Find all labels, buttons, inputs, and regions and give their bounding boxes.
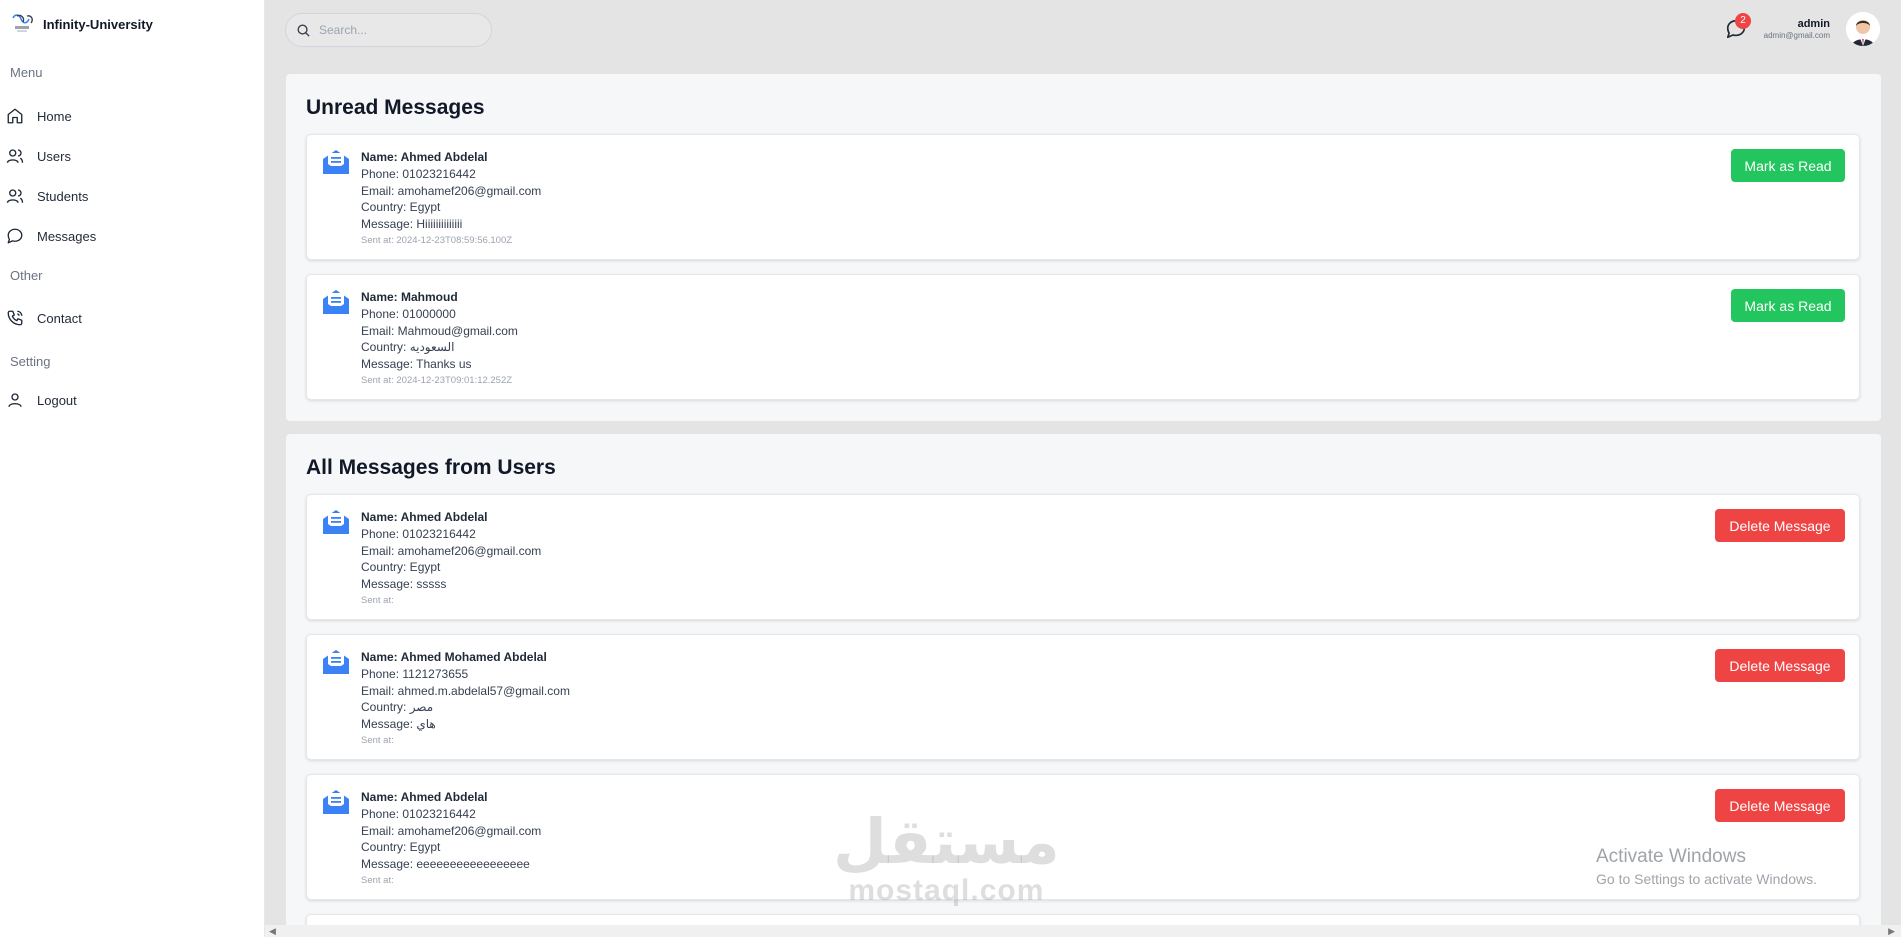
sidebar-item-label: Messages: [37, 228, 97, 244]
message-text: Message: Thanks us: [361, 357, 472, 372]
top-header: 2 admin admin@gmail.com: [265, 0, 1901, 60]
message-sent-at: Sent at:: [361, 734, 394, 746]
scroll-right-arrow-icon[interactable]: ▶: [1888, 926, 1895, 937]
message-email: Email: amohamef206@gmail.com: [361, 823, 542, 838]
avatar-person-icon: [1846, 12, 1880, 46]
message-phone: Phone: 01023216442: [361, 166, 476, 181]
message-email: Email: amohamef206@gmail.com: [361, 183, 542, 198]
user-email: admin@gmail.com: [1763, 31, 1830, 40]
message-email: Email: ahmed.m.abdelal57@gmail.com: [361, 683, 570, 698]
users-icon: [5, 146, 25, 166]
brand[interactable]: Infinity-University: [0, 0, 264, 48]
envelope-message-icon: [323, 790, 349, 814]
sidebar-item-label: Logout: [37, 392, 77, 408]
message-details: Name: Ahmed Abdelal Phone: 01023216442 E…: [361, 789, 541, 889]
section-label-menu: Menu: [10, 65, 43, 80]
sidebar-item-logout[interactable]: Logout: [0, 380, 264, 420]
chat-bubble-icon: [5, 226, 25, 246]
envelope-message-icon: [323, 290, 349, 314]
sidebar-item-home[interactable]: Home: [0, 96, 264, 136]
envelope-message-icon: [323, 650, 349, 674]
section-label-other: Other: [10, 268, 43, 283]
delete-message-button[interactable]: Delete Message: [1715, 649, 1845, 682]
sidebar-item-label: Home: [37, 108, 72, 124]
message-country: Country: Egypt: [361, 840, 441, 855]
message-country: Country: Egypt: [361, 200, 441, 215]
message-country: Country: Egypt: [361, 560, 441, 575]
message-email: Email: Mahmoud@gmail.com: [361, 323, 518, 338]
activate-windows-subtitle: Go to Settings to activate Windows.: [1596, 871, 1817, 887]
sidebar-item-label: Users: [37, 148, 71, 164]
university-logo-icon: [12, 14, 33, 32]
students-icon: [5, 186, 25, 206]
user-info[interactable]: admin admin@gmail.com: [1750, 18, 1830, 40]
avatar[interactable]: [1846, 12, 1880, 46]
phone-icon: [5, 308, 25, 328]
user-name: admin: [1797, 18, 1830, 30]
mark-as-read-button[interactable]: Mark as Read: [1731, 289, 1845, 322]
message-sent-at: Sent at:: [361, 874, 394, 886]
message-name: Name: Mahmoud: [361, 290, 458, 304]
message-card: Name: Ahmed Abdelal Phone: 01023216442 E…: [306, 494, 1860, 620]
section-label-setting: Setting: [10, 354, 51, 369]
envelope-message-icon: [323, 150, 349, 174]
activate-windows-title: Activate Windows: [1596, 846, 1746, 867]
notification-badge: 2: [1735, 13, 1751, 29]
brand-name: Infinity-University: [43, 16, 153, 32]
envelope-message-icon: [323, 510, 349, 534]
message-country: Country: مصر: [361, 700, 434, 715]
message-card: Name: Mahmoud Phone: 01000000 Email: Mah…: [306, 274, 1860, 400]
message-phone: Phone: 1121273655: [361, 666, 469, 681]
mostaql-watermark-arabic: مستقل: [833, 808, 1060, 877]
sidebar-item-students[interactable]: Students: [0, 176, 264, 216]
message-card: Name: Ahmed Abdelal Phone: 01023216442 E…: [306, 134, 1860, 260]
message-country: Country: السعوديه: [361, 340, 455, 355]
delete-message-button[interactable]: Delete Message: [1715, 789, 1845, 822]
unread-messages-panel: Unread Messages Name: Ahmed Abdelal Phon…: [286, 74, 1881, 421]
message-phone: Phone: 01000000: [361, 306, 456, 321]
message-details: Name: Ahmed Abdelal Phone: 01023216442 E…: [361, 149, 541, 249]
message-details: Name: Mahmoud Phone: 01000000 Email: Mah…: [361, 289, 518, 389]
scroll-left-arrow-icon[interactable]: ◀: [269, 926, 276, 937]
mostaql-watermark-url: mostaql.com: [848, 874, 1045, 907]
user-icon: [5, 390, 25, 410]
delete-message-button[interactable]: Delete Message: [1715, 509, 1845, 542]
sidebar-item-users[interactable]: Users: [0, 136, 264, 176]
message-phone: Phone: 01023216442: [361, 806, 476, 821]
message-sent-at: Sent at: 2024-12-23T09:01:12.252Z: [361, 374, 513, 386]
message-name: Name: Ahmed Abdelal: [361, 510, 488, 524]
message-email: Email: amohamef206@gmail.com: [361, 543, 542, 558]
message-details: Name: Ahmed Mohamed Abdelal Phone: 11212…: [361, 649, 570, 749]
message-text: Message: eeeeeeeeeeeeeeeee: [361, 857, 530, 872]
message-sent-at: Sent at: 2024-12-23T08:59:56.100Z: [361, 234, 513, 246]
sidebar-item-label: Students: [37, 188, 89, 204]
search-box[interactable]: [285, 13, 492, 47]
sidebar-item-label: Contact: [37, 310, 82, 326]
mark-as-read-button[interactable]: Mark as Read: [1731, 149, 1845, 182]
message-name: Name: Ahmed Abdelal: [361, 790, 488, 804]
all-messages-title: All Messages from Users: [306, 456, 556, 479]
home-icon: [5, 106, 25, 126]
message-text: Message: Hiiiiiiiiiiiiii: [361, 217, 463, 232]
horizontal-scrollbar[interactable]: ◀ ▶: [265, 925, 1901, 937]
search-icon: [297, 24, 310, 37]
activate-windows-watermark: Activate Windows Go to Settings to activ…: [1596, 846, 1817, 887]
message-sent-at: Sent at:: [361, 594, 394, 606]
sidebar-item-messages[interactable]: Messages: [0, 216, 264, 256]
message-name: Name: Ahmed Mohamed Abdelal: [361, 650, 547, 664]
message-name: Name: Ahmed Abdelal: [361, 150, 488, 164]
message-text: Message: sssss: [361, 577, 447, 592]
search-input[interactable]: [319, 23, 469, 37]
unread-messages-title: Unread Messages: [306, 96, 485, 119]
message-details: Name: Ahmed Abdelal Phone: 01023216442 E…: [361, 509, 541, 609]
sidebar: Infinity-University Menu Home Users Stud…: [0, 0, 265, 937]
message-text: Message: هاي: [361, 717, 436, 732]
message-card: Name: Ahmed Mohamed Abdelal Phone: 11212…: [306, 634, 1860, 760]
mostaql-watermark: مستقل mostaql.com: [833, 810, 1060, 906]
notifications-button[interactable]: 2: [1725, 13, 1751, 40]
message-phone: Phone: 01023216442: [361, 526, 476, 541]
sidebar-item-contact[interactable]: Contact: [0, 298, 264, 338]
